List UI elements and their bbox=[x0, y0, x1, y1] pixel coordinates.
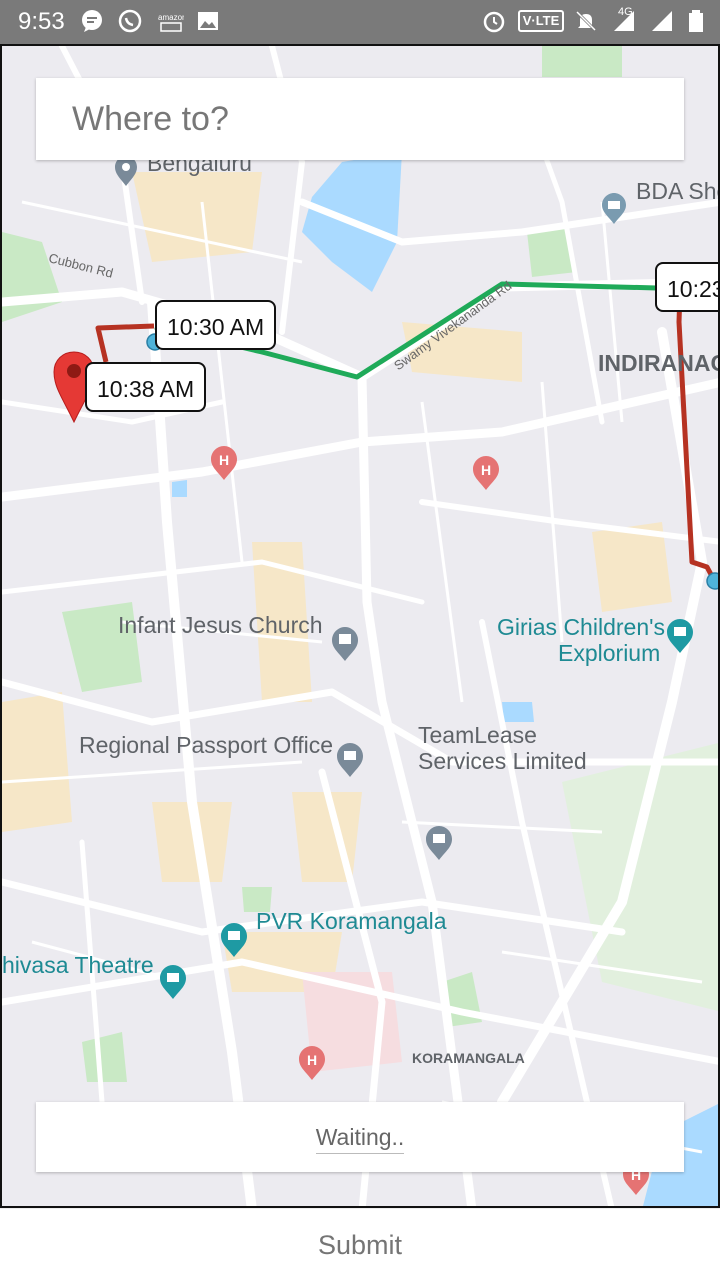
battery-icon bbox=[689, 10, 703, 32]
poi-label-explorium[interactable]: Explorium bbox=[558, 640, 660, 666]
poi-label-passport-office[interactable]: Regional Passport Office bbox=[79, 732, 333, 758]
poi-label-infant-jesus-church[interactable]: Infant Jesus Church bbox=[118, 612, 323, 638]
status-panel: Waiting.. bbox=[36, 1102, 684, 1172]
poi-label-bda[interactable]: BDA Sho bbox=[636, 178, 718, 204]
submit-button[interactable]: Submit bbox=[0, 1208, 720, 1281]
mute-icon bbox=[575, 10, 597, 32]
alarm-icon bbox=[483, 11, 505, 33]
lake bbox=[172, 480, 187, 497]
poi-label-teamlease[interactable]: TeamLease bbox=[418, 722, 537, 748]
poi-label-pvr[interactable]: PVR Koramangala bbox=[256, 908, 447, 934]
park-area bbox=[542, 46, 622, 77]
volte-icon: V·LTE bbox=[518, 10, 564, 32]
area-label-indiranagar: INDIRANAG bbox=[598, 350, 720, 376]
amazon-icon: amazon bbox=[158, 13, 184, 32]
lake bbox=[502, 702, 534, 722]
status-time: 9:53 bbox=[18, 8, 65, 35]
gallery-icon bbox=[198, 12, 218, 30]
poi-label-theatre[interactable]: hivasa Theatre bbox=[2, 952, 154, 978]
search-input[interactable]: Where to? bbox=[36, 78, 684, 160]
time-label-1030[interactable]: 10:30 AM bbox=[155, 300, 277, 350]
poi-label-girias[interactable]: Girias Children's bbox=[497, 614, 665, 640]
time-label-1038[interactable]: 10:38 AM bbox=[85, 362, 207, 412]
area-label-koramangala: KORAMANGALA bbox=[412, 1050, 525, 1066]
status-bar: 9:53 amazon V·LTE 4G bbox=[0, 0, 720, 44]
message-icon bbox=[82, 10, 102, 32]
svg-text:H: H bbox=[481, 462, 491, 478]
urban-block bbox=[2, 692, 72, 832]
svg-text:H: H bbox=[219, 452, 229, 468]
waiting-text: Waiting.. bbox=[315, 1124, 405, 1154]
signal-4g-icon bbox=[614, 11, 634, 31]
svg-text:H: H bbox=[307, 1052, 317, 1068]
svg-text:amazon: amazon bbox=[158, 13, 184, 22]
poi-label-teamlease-line2[interactable]: Services Limited bbox=[418, 748, 587, 774]
vehicle-dot bbox=[706, 572, 718, 590]
search-placeholder: Where to? bbox=[72, 100, 229, 138]
whatsapp-icon bbox=[118, 9, 142, 33]
signal-icon bbox=[652, 11, 672, 31]
map-view[interactable]: H H H H Bengaluru BDA Sho Infant Jesus C… bbox=[0, 44, 720, 1208]
time-label-1023[interactable]: 10:23 bbox=[655, 262, 718, 312]
urban-block bbox=[292, 792, 362, 882]
